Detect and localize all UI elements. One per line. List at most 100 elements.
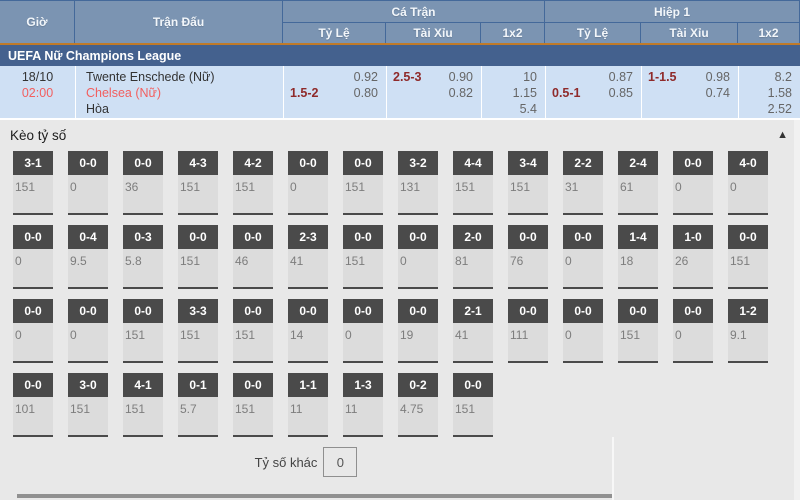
full-over-odds[interactable]: 0.90 — [449, 69, 473, 85]
half-handicap-cell[interactable]: 0.87 0.5-10.85 — [545, 66, 641, 118]
odds-table-header: Giờ Trận Đấu Cá Trận Hiệp 1 Tỷ Lệ Tài Xỉ… — [0, 0, 800, 43]
correct-score-accordion-header[interactable]: Kèo tỷ số ▲ — [0, 120, 800, 150]
full-handicap-away-odds[interactable]: 0.80 — [354, 85, 378, 101]
score-cell[interactable]: 1-418 — [618, 225, 658, 289]
score-cell[interactable]: 0-35.8 — [123, 225, 163, 289]
score-cell[interactable]: 4-3151 — [178, 151, 218, 215]
score-cell[interactable]: 0-076 — [508, 225, 548, 289]
score-odds-value: 151 — [618, 323, 658, 342]
score-cell[interactable]: 2-461 — [618, 151, 658, 215]
score-cell[interactable]: 3-1151 — [13, 151, 53, 215]
score-odds-value: 0 — [343, 323, 383, 342]
full-handicap-home-odds[interactable]: 0.92 — [354, 69, 378, 85]
half-over-odds[interactable]: 0.98 — [706, 69, 730, 85]
score-label: 4-3 — [178, 151, 218, 175]
score-cell[interactable]: 0-00 — [563, 299, 603, 363]
score-cell[interactable]: 0-046 — [233, 225, 273, 289]
score-label: 0-1 — [178, 373, 218, 397]
full-1x2-draw[interactable]: 5.4 — [482, 101, 537, 117]
score-cell[interactable]: 1-026 — [673, 225, 713, 289]
score-cell[interactable]: 0-036 — [123, 151, 163, 215]
score-cell[interactable]: 0-014 — [288, 299, 328, 363]
score-label: 0-0 — [68, 299, 108, 323]
full-handicap-cell[interactable]: 0.92 1.5-20.80 — [283, 66, 386, 118]
score-odds-value: 151 — [123, 323, 163, 342]
score-cell[interactable]: 0-0151 — [343, 151, 383, 215]
score-cell[interactable]: 2-341 — [288, 225, 328, 289]
score-cell[interactable]: 3-3151 — [178, 299, 218, 363]
score-cell[interactable]: 3-0151 — [68, 373, 108, 437]
other-score-label: Tỷ số khác — [255, 455, 318, 470]
score-cell[interactable]: 0-24.75 — [398, 373, 438, 437]
score-label: 0-0 — [618, 299, 658, 323]
score-cell[interactable]: 0-49.5 — [68, 225, 108, 289]
score-cell[interactable]: 2-141 — [453, 299, 493, 363]
score-cell[interactable]: 3-2131 — [398, 151, 438, 215]
score-odds-value: 0 — [673, 175, 713, 194]
score-cell[interactable]: 0-00 — [343, 299, 383, 363]
score-cell[interactable]: 0-00 — [13, 299, 53, 363]
score-cell[interactable]: 0-0101 — [13, 373, 53, 437]
score-cell[interactable]: 0-019 — [398, 299, 438, 363]
score-cell[interactable]: 1-311 — [343, 373, 383, 437]
score-odds-value: 0 — [673, 323, 713, 342]
full-overunder-cell[interactable]: 2.5-30.90 0.82 — [386, 66, 481, 118]
score-cell[interactable]: 0-0151 — [618, 299, 658, 363]
score-cell[interactable]: 0-00 — [673, 299, 713, 363]
score-cell[interactable]: 4-00 — [728, 151, 768, 215]
away-team: Chelsea (Nữ) — [86, 85, 283, 101]
score-cell[interactable]: 0-00 — [68, 151, 108, 215]
score-label: 0-0 — [13, 225, 53, 249]
full-1x2-away[interactable]: 1.15 — [482, 85, 537, 101]
score-cell[interactable]: 4-2151 — [233, 151, 273, 215]
score-cell[interactable]: 4-1151 — [123, 373, 163, 437]
score-cell[interactable]: 0-00 — [563, 225, 603, 289]
score-cell[interactable]: 0-0151 — [343, 225, 383, 289]
score-row: 3-11510-000-0364-31514-21510-000-01513-2… — [13, 151, 800, 215]
score-label: 4-1 — [123, 373, 163, 397]
match-row: 18/10 02:00 Twente Enschede (Nữ) Chelsea… — [0, 66, 800, 118]
score-cell[interactable]: 1-29.1 — [728, 299, 768, 363]
league-title-bar: UEFA Nữ Champions League — [0, 43, 800, 66]
half-handicap-away-odds[interactable]: 0.85 — [609, 85, 633, 101]
half-under-odds[interactable]: 0.74 — [706, 85, 730, 101]
half-1x2-home[interactable]: 8.2 — [739, 69, 792, 85]
half-1x2-away[interactable]: 1.58 — [739, 85, 792, 101]
full-under-odds[interactable]: 0.82 — [449, 85, 473, 101]
full-1x2-home[interactable]: 10 — [482, 69, 537, 85]
score-odds-value: 151 — [453, 175, 493, 194]
score-cell[interactable]: 2-231 — [563, 151, 603, 215]
score-label: 0-0 — [343, 299, 383, 323]
score-cell[interactable]: 1-111 — [288, 373, 328, 437]
score-cell[interactable]: 0-0151 — [453, 373, 493, 437]
score-cell[interactable]: 0-00 — [398, 225, 438, 289]
full-1x2-cell[interactable]: 10 1.15 5.4 — [481, 66, 545, 118]
score-label: 0-0 — [68, 151, 108, 175]
column-header-time: Giờ — [0, 1, 74, 43]
other-score-box[interactable]: 0 — [323, 447, 357, 477]
score-cell[interactable]: 3-4151 — [508, 151, 548, 215]
score-odds-value: 14 — [288, 323, 328, 342]
home-team: Twente Enschede (Nữ) — [86, 69, 283, 85]
score-cell[interactable]: 0-00 — [673, 151, 713, 215]
score-cell[interactable]: 0-0111 — [508, 299, 548, 363]
half-1x2-draw[interactable]: 2.52 — [739, 101, 792, 117]
score-odds-value: 151 — [508, 175, 548, 194]
score-cell[interactable]: 0-15.7 — [178, 373, 218, 437]
score-cell[interactable]: 2-081 — [453, 225, 493, 289]
score-cell[interactable]: 0-0151 — [728, 225, 768, 289]
score-cell[interactable]: 0-0151 — [233, 373, 273, 437]
score-cell[interactable]: 0-00 — [288, 151, 328, 215]
half-overunder-cell[interactable]: 1-1.50.98 0.74 — [641, 66, 738, 118]
score-cell[interactable]: 0-0151 — [233, 299, 273, 363]
score-cell[interactable]: 0-0151 — [178, 225, 218, 289]
horizontal-scrollbar[interactable] — [17, 494, 612, 498]
score-odds-value: 76 — [508, 249, 548, 268]
score-cell[interactable]: 0-00 — [68, 299, 108, 363]
score-cell[interactable]: 0-0151 — [123, 299, 163, 363]
half-1x2-cell[interactable]: 8.2 1.58 2.52 — [738, 66, 800, 118]
half-handicap-home-odds[interactable]: 0.87 — [609, 69, 633, 85]
score-cell[interactable]: 4-4151 — [453, 151, 493, 215]
vertical-scrollbar-track[interactable] — [794, 120, 800, 500]
score-cell[interactable]: 0-00 — [13, 225, 53, 289]
